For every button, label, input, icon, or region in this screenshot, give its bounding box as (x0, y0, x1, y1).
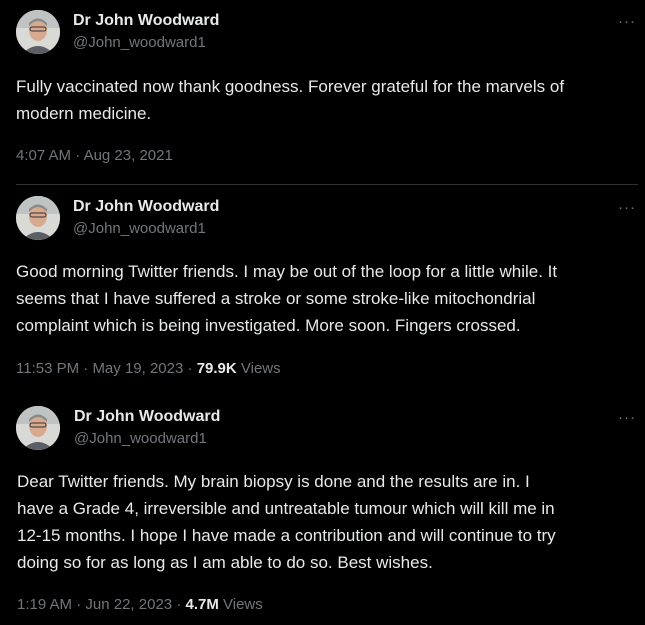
tweet-text: Fully vaccinated now thank goodness. For… (16, 77, 565, 123)
tweet-time[interactable]: 4:07 AM (16, 147, 71, 164)
tweet-date[interactable]: Aug 23, 2021 (84, 147, 173, 164)
profile-photo-icon (16, 406, 60, 450)
separator: · (187, 360, 193, 377)
separator: · (76, 596, 82, 613)
tweet-date[interactable]: May 19, 2023 (92, 360, 183, 377)
avatar[interactable] (16, 406, 60, 450)
author-name[interactable]: Dr John Woodward (73, 12, 219, 30)
author-name[interactable]: Dr John Woodward (74, 408, 220, 426)
tweet-date[interactable]: Jun 22, 2023 (85, 596, 172, 613)
tweet-meta: 1:19 AM · Jun 22, 2023 · 4.7M Views (17, 596, 263, 613)
author-handle[interactable]: @John_woodward1 (74, 430, 207, 447)
tweet-meta: 4:07 AM · Aug 23, 2021 (16, 147, 173, 164)
views-count[interactable]: 79.9K (197, 360, 237, 377)
tweet[interactable]: Dr John Woodward @John_woodward1 ··· Dea… (0, 395, 645, 625)
more-options-icon[interactable]: ··· (618, 410, 636, 425)
separator: · (75, 147, 81, 164)
author-handle[interactable]: @John_woodward1 (73, 220, 206, 237)
more-options-icon[interactable]: ··· (618, 14, 636, 29)
tweet-time[interactable]: 11:53 PM (16, 360, 79, 377)
separator: · (176, 596, 182, 613)
tweet-text: Good morning Twitter friends. I may be o… (16, 262, 558, 335)
tweet[interactable]: Dr John Woodward @John_woodward1 ··· Goo… (0, 185, 645, 395)
avatar[interactable] (16, 196, 60, 240)
views-count[interactable]: 4.7M (185, 596, 218, 613)
separator: · (83, 360, 89, 377)
avatar[interactable] (16, 10, 60, 54)
tweet-time[interactable]: 1:19 AM (17, 596, 72, 613)
views-label: Views (223, 596, 263, 613)
author-handle[interactable]: @John_woodward1 (73, 34, 206, 51)
tweet[interactable]: Dr John Woodward @John_woodward1 ··· Ful… (0, 0, 645, 184)
tweet-meta: 11:53 PM · May 19, 2023 · 79.9K Views (16, 360, 281, 377)
profile-photo-icon (16, 10, 60, 54)
tweet-text: Dear Twitter friends. My brain biopsy is… (17, 472, 556, 572)
profile-photo-icon (16, 196, 60, 240)
views-label: Views (240, 360, 281, 377)
more-options-icon[interactable]: ··· (618, 200, 636, 215)
author-name[interactable]: Dr John Woodward (73, 198, 219, 216)
